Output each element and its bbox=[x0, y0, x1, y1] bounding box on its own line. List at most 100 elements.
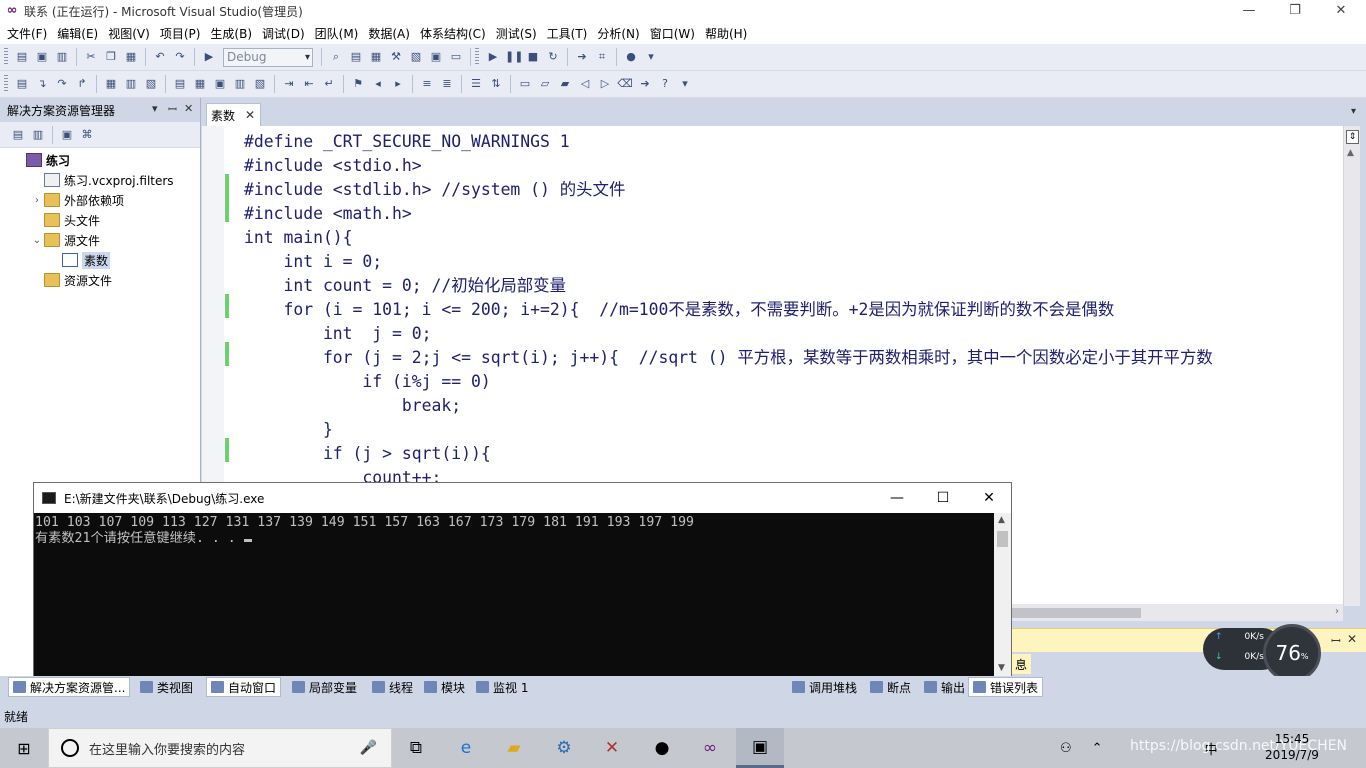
menu-test[interactable]: 测试(S) bbox=[491, 25, 542, 42]
start-button[interactable]: ⊞ bbox=[0, 728, 48, 768]
menu-analyze[interactable]: 分析(N) bbox=[592, 25, 644, 42]
scroll-down-icon[interactable]: ▼ bbox=[998, 663, 1005, 673]
bookmark-icon[interactable]: ⚑ bbox=[350, 76, 366, 92]
editor-vertical-scrollbar[interactable]: ⇕ ▲ bbox=[1343, 126, 1360, 606]
quick-info-icon[interactable]: ▤ bbox=[14, 76, 30, 92]
paste-icon[interactable]: ▦ bbox=[123, 49, 139, 65]
expand-arrow-icon[interactable]: › bbox=[30, 195, 44, 206]
person-icon[interactable]: ⚇ bbox=[1060, 741, 1072, 756]
tree-item[interactable]: 素数 bbox=[0, 250, 200, 270]
toolbar-grip[interactable] bbox=[4, 75, 8, 93]
undo-icon[interactable]: ↶ bbox=[152, 49, 168, 65]
tool-window-tab[interactable]: 线程 bbox=[368, 677, 417, 697]
menu-architecture[interactable]: 体系结构(C) bbox=[415, 25, 491, 42]
tree-item[interactable]: › 外部依赖项 bbox=[0, 190, 200, 210]
complete-word-icon[interactable]: ▣ bbox=[212, 76, 228, 92]
indent-icon[interactable]: ⇥ bbox=[281, 76, 297, 92]
taskbar-search[interactable]: 在这里输入你要搜索的内容 🎤 bbox=[48, 728, 392, 768]
format-icon[interactable]: ▧ bbox=[143, 76, 159, 92]
word-wrap-icon[interactable]: ↵ bbox=[321, 76, 337, 92]
solution-explorer-icon[interactable]: ▤ bbox=[348, 49, 364, 65]
panel-close-icon[interactable]: ✕ bbox=[184, 102, 193, 115]
next-bookmark-icon[interactable]: ▸ bbox=[390, 76, 406, 92]
console-window[interactable]: E:\新建文件夹\联系\Debug\练习.exe — ☐ ✕ 101 103 1… bbox=[33, 482, 1012, 678]
tab-prime-file[interactable]: 素数 ✕ bbox=[206, 103, 261, 126]
console-scrollbar[interactable]: ▲ ▼ bbox=[994, 513, 1011, 677]
uncomment-icon[interactable]: ≣ bbox=[439, 76, 455, 92]
app-icon[interactable]: ⚙ bbox=[540, 728, 588, 768]
tool-window-tab[interactable]: 断点 bbox=[866, 677, 915, 697]
hex-display-icon[interactable]: ⌗ bbox=[594, 49, 610, 65]
window-icon[interactable]: ▭ bbox=[517, 76, 533, 92]
go-to-definition-icon[interactable]: ▧ bbox=[252, 76, 268, 92]
toolbox-icon[interactable]: ⚒ bbox=[388, 49, 404, 65]
restore-button[interactable]: ❐ bbox=[1272, 0, 1318, 22]
speech-icon[interactable]: ▰ bbox=[557, 76, 573, 92]
network-speed-widget[interactable]: ↑ 0K/s ↓ 0K/s 76% bbox=[1203, 624, 1323, 682]
tree-item[interactable]: 练习 bbox=[0, 150, 200, 170]
start-debugging-icon[interactable]: ▶ bbox=[201, 49, 217, 65]
class-view-icon[interactable]: ▧ bbox=[408, 49, 424, 65]
tab-overflow-icon[interactable]: ▾ bbox=[1351, 106, 1356, 117]
break-all-icon[interactable]: ❚❚ bbox=[505, 49, 523, 65]
menu-team[interactable]: 团队(M) bbox=[310, 25, 364, 42]
tree-item[interactable]: 练习.vcxproj.filters bbox=[0, 170, 200, 190]
console-maximize-button[interactable]: ☐ bbox=[920, 483, 966, 513]
tools-app-icon[interactable]: ✕ bbox=[588, 728, 636, 768]
step-over-icon[interactable]: ↷ bbox=[54, 76, 70, 92]
scroll-up-icon[interactable]: ▲ bbox=[998, 515, 1005, 525]
view-class-diagram-icon[interactable]: ⌘ bbox=[79, 127, 95, 143]
new-project-icon[interactable]: ▤ bbox=[14, 49, 30, 65]
document-icon[interactable]: ▥ bbox=[123, 76, 139, 92]
comment-icon[interactable]: ≡ bbox=[419, 76, 435, 92]
tree-item[interactable]: ⌄ 源文件 bbox=[0, 230, 200, 250]
show-next-statement-icon[interactable]: ➔ bbox=[574, 49, 590, 65]
tray-expand-icon[interactable]: ⌃ bbox=[1092, 741, 1103, 756]
stop-debugging-icon[interactable]: ■ bbox=[525, 49, 541, 65]
dropdown-icon[interactable]: ▾ bbox=[677, 76, 693, 92]
close-icon[interactable]: ✕ bbox=[245, 108, 255, 122]
tree-item[interactable]: 头文件 bbox=[0, 210, 200, 230]
menu-build[interactable]: 生成(B) bbox=[205, 25, 257, 42]
properties-icon[interactable]: ▦ bbox=[368, 49, 384, 65]
sort-icon[interactable]: ⇅ bbox=[488, 76, 504, 92]
menu-file[interactable]: 文件(F) bbox=[2, 25, 52, 42]
tool-window-tab[interactable]: 类视图 bbox=[136, 677, 197, 697]
panel-dropdown-icon[interactable]: ▾ bbox=[152, 102, 158, 115]
save-icon[interactable]: ▣ bbox=[34, 49, 50, 65]
breakpoint-icon[interactable]: ● bbox=[623, 49, 639, 65]
menu-window[interactable]: 窗口(W) bbox=[645, 25, 700, 42]
find-in-files-icon[interactable]: ⌕ bbox=[328, 49, 344, 65]
tool-window-tab[interactable]: 错误列表 bbox=[968, 677, 1044, 697]
qq-icon[interactable]: ● bbox=[638, 728, 686, 768]
properties-icon[interactable]: ▤ bbox=[10, 127, 26, 143]
tool-window-tab[interactable]: 调用堆栈 bbox=[788, 677, 861, 697]
tree-item[interactable]: 资源文件 bbox=[0, 270, 200, 290]
console-taskbar-icon[interactable]: ▣ bbox=[736, 728, 784, 768]
clock[interactable]: 15:45 2019/7/9 bbox=[1262, 731, 1322, 763]
previous-bookmark-icon[interactable]: ◂ bbox=[370, 76, 386, 92]
scroll-up-icon[interactable]: ▲ bbox=[1347, 148, 1354, 158]
toolbar-grip[interactable] bbox=[475, 48, 479, 66]
solution-configuration-dropdown[interactable]: Debug bbox=[223, 47, 313, 67]
tool-window-tab[interactable]: 自动窗口 bbox=[206, 677, 282, 697]
redo-icon[interactable]: ↷ bbox=[172, 49, 188, 65]
menu-view[interactable]: 视图(V) bbox=[103, 25, 155, 42]
file-explorer-icon[interactable]: ▰ bbox=[490, 728, 538, 768]
scroll-right-icon[interactable]: › bbox=[1335, 606, 1339, 617]
visual-studio-taskbar-icon[interactable]: ∞ bbox=[686, 728, 734, 768]
tool-window-tab[interactable]: 输出 bbox=[920, 677, 969, 697]
close-button[interactable]: ✕ bbox=[1318, 0, 1364, 22]
show-all-files-icon[interactable]: ▥ bbox=[30, 127, 46, 143]
copy-icon[interactable]: ❐ bbox=[103, 49, 119, 65]
panel-close-icon[interactable]: ✕ bbox=[1347, 632, 1357, 646]
scroll-thumb[interactable] bbox=[997, 531, 1008, 547]
object-browser-icon[interactable]: ▣ bbox=[428, 49, 444, 65]
menu-debug[interactable]: 调试(D) bbox=[257, 25, 310, 42]
task-view-icon[interactable]: ⧉ bbox=[392, 728, 440, 768]
pin-icon[interactable]: ꟷ bbox=[168, 102, 177, 117]
edge-icon[interactable]: e bbox=[442, 728, 490, 768]
outline-icon[interactable]: ▦ bbox=[103, 76, 119, 92]
forward-icon[interactable]: ➔ bbox=[637, 76, 653, 92]
microphone-icon[interactable]: 🎤 bbox=[360, 740, 377, 756]
